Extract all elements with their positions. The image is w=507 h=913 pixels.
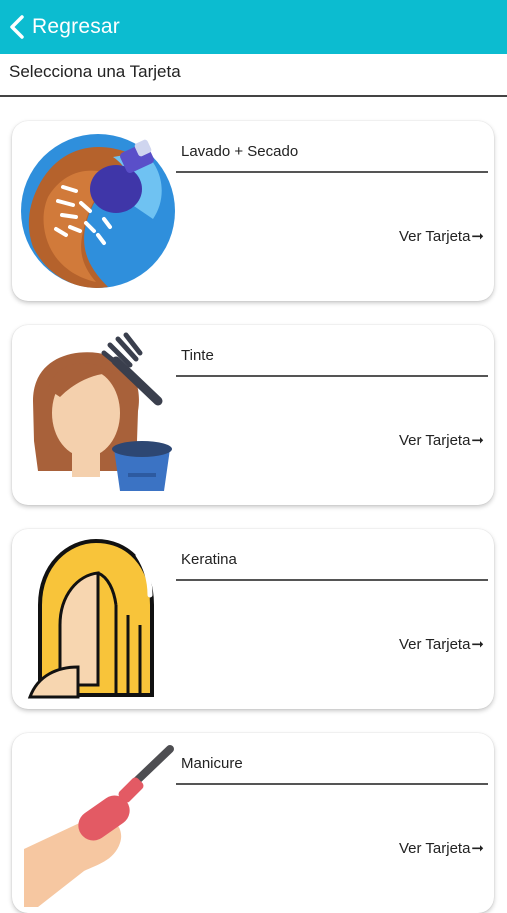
hair-dye-brush-icon — [18, 331, 176, 499]
card-lavado-secado[interactable]: Lavado + Secado Ver Tarjeta ➞ — [12, 121, 494, 301]
arrow-right-icon: ➞ — [471, 636, 484, 653]
card-keratina[interactable]: Keratina Ver Tarjeta ➞ — [12, 529, 494, 709]
cta-label: Ver Tarjeta — [398, 431, 471, 449]
nail-polish-icon — [18, 739, 176, 907]
ver-tarjeta-link[interactable]: Ver Tarjeta ➞ — [398, 431, 484, 450]
ver-tarjeta-link[interactable]: Ver Tarjeta ➞ — [398, 839, 484, 858]
back-button[interactable]: Regresar — [8, 14, 120, 40]
title-divider — [176, 579, 488, 581]
arrow-right-icon: ➞ — [471, 432, 484, 449]
card-manicure[interactable]: Manicure Ver Tarjeta ➞ — [12, 733, 494, 913]
shower-head-hair-icon — [18, 127, 176, 295]
card-title: Lavado + Secado — [181, 143, 299, 160]
page-subtitle: Selecciona una Tarjeta — [9, 62, 181, 81]
long-blonde-hair-icon — [18, 535, 176, 703]
cta-label: Ver Tarjeta — [398, 227, 471, 245]
cta-label: Ver Tarjeta — [398, 839, 471, 857]
card-tinte[interactable]: Tinte Ver Tarjeta ➞ — [12, 325, 494, 505]
ver-tarjeta-link[interactable]: Ver Tarjeta ➞ — [398, 635, 484, 654]
header-divider — [0, 95, 507, 97]
chevron-left-icon — [8, 14, 26, 40]
title-divider — [176, 783, 488, 785]
arrow-right-icon: ➞ — [471, 840, 484, 857]
card-title: Keratina — [181, 551, 237, 568]
title-divider — [176, 171, 488, 173]
back-label: Regresar — [32, 15, 120, 38]
app-header: Regresar — [0, 0, 507, 54]
card-title: Tinte — [181, 347, 214, 364]
cta-label: Ver Tarjeta — [398, 635, 471, 653]
arrow-right-icon: ➞ — [471, 228, 484, 245]
title-divider — [176, 375, 488, 377]
ver-tarjeta-link[interactable]: Ver Tarjeta ➞ — [398, 227, 484, 246]
card-title: Manicure — [181, 755, 243, 772]
